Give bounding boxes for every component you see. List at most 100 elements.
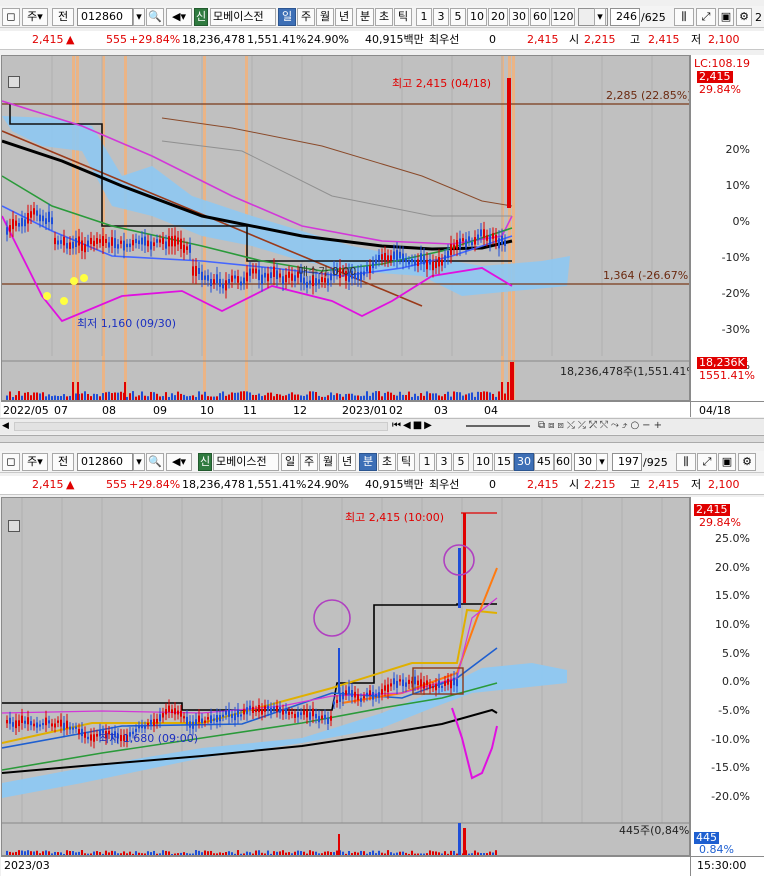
candle-body [366, 692, 368, 697]
candle-icon[interactable]: ⫼ [674, 8, 694, 26]
interval-15[interactable]: 15 [494, 453, 514, 471]
playback-controls[interactable]: ⏮◀■▶ [392, 420, 462, 433]
volume-bar [105, 392, 107, 400]
period-day[interactable]: 일 [278, 8, 296, 26]
settings-icon[interactable]: ⚙ [736, 8, 752, 26]
trade-amount: 40,915백만 [365, 33, 424, 46]
volume-bar [360, 396, 362, 400]
interval-3[interactable]: 3 [433, 8, 449, 26]
search-icon[interactable]: 🔍 [146, 8, 164, 26]
interval-20[interactable]: 20 [488, 8, 508, 26]
y-tick: 25.0% [715, 532, 750, 545]
period-second[interactable]: 초 [375, 8, 393, 26]
code-input[interactable]: 012860 [77, 453, 133, 471]
turnover-rate: 24.90% [307, 478, 349, 491]
period-month[interactable]: 월 [319, 453, 337, 471]
candle-body [15, 720, 17, 729]
volume-bar [423, 395, 425, 400]
period-week[interactable]: 주 [297, 8, 315, 26]
interval-30[interactable]: 30 [514, 453, 534, 471]
volume-bar [375, 853, 377, 855]
candle-icon[interactable]: ⫼ [676, 453, 696, 471]
volume-bar [252, 394, 254, 400]
window-icon[interactable]: ◻ [2, 453, 20, 471]
candle-body [42, 722, 44, 726]
candle-body [315, 278, 317, 286]
bottom-chart-area[interactable]: 최고 2,415 (10:00) 최저 1,680 (09:00) 445주(0… [1, 497, 690, 856]
period-tick[interactable]: 틱 [397, 453, 415, 471]
period-day[interactable]: 일 [281, 453, 299, 471]
view-toggle[interactable]: 전 [52, 8, 74, 26]
candle-body [48, 720, 50, 724]
candle-body [96, 733, 98, 737]
search-icon[interactable]: 🔍 [146, 453, 164, 471]
interval-dropdown-icon[interactable]: ▾ [594, 8, 606, 26]
candle-body [36, 722, 38, 728]
interval-30[interactable]: 30 [509, 8, 529, 26]
candle-body [456, 240, 458, 249]
interval-1[interactable]: 1 [419, 453, 435, 471]
period-tick[interactable]: 틱 [394, 8, 412, 26]
settings-icon[interactable]: ⚙ [738, 453, 756, 471]
volume-bar [102, 853, 104, 855]
draw-tool-icon[interactable]: ⤢ [697, 453, 717, 471]
code-input[interactable]: 012860 [77, 8, 133, 26]
period-second[interactable]: 초 [378, 453, 396, 471]
interval-60[interactable]: 60 [530, 8, 550, 26]
draw-tool-icon[interactable]: ⤢ [696, 8, 716, 26]
interval-5[interactable]: 5 [453, 453, 469, 471]
sound-icon[interactable]: ◀▾ [166, 8, 192, 26]
period-week[interactable]: 주 [300, 453, 318, 471]
high-label: 고 [630, 478, 641, 491]
period-year[interactable]: 년 [338, 453, 356, 471]
high-label: 고 [630, 33, 641, 46]
count-input[interactable]: 246 [610, 8, 640, 26]
scroll-left-icon[interactable]: ◀ [2, 421, 12, 432]
interval-10[interactable]: 10 [467, 8, 487, 26]
interval-10[interactable]: 10 [473, 453, 493, 471]
candle-body [252, 706, 254, 713]
period-minute[interactable]: 분 [356, 8, 374, 26]
interval-5[interactable]: 5 [450, 8, 466, 26]
volume-bar [366, 853, 368, 855]
volume-bar [6, 395, 8, 400]
volume-bar [297, 850, 299, 855]
period-month[interactable]: 월 [316, 8, 334, 26]
volume-bar [321, 396, 323, 400]
chart-menu-icon[interactable] [8, 520, 20, 532]
top-scrollbar[interactable]: ◀ ⏮◀■▶ ⧉⧈⧇⤯⤰⤱⤲⤳⤴○−+ [0, 418, 764, 434]
tool-icons[interactable]: ⧉⧈⧇⤯⤰⤱⤲⤳⤴○−+ [538, 420, 762, 433]
panel-separator[interactable] [0, 435, 764, 443]
volume-bar [354, 395, 356, 400]
volume-bar [279, 394, 281, 400]
volume-bar [93, 393, 95, 400]
volume-bar [105, 850, 107, 855]
interval-1[interactable]: 1 [416, 8, 432, 26]
view-toggle[interactable]: 전 [52, 453, 74, 471]
count-input[interactable]: 197 [612, 453, 642, 471]
save-icon[interactable]: ▣ [718, 8, 734, 26]
window-icon[interactable]: ◻ [2, 8, 20, 26]
chart-menu-icon[interactable] [8, 76, 20, 88]
y-tick: -20% [721, 287, 750, 300]
period-year[interactable]: 년 [335, 8, 353, 26]
code-dropdown-icon[interactable]: ▾ [133, 453, 145, 471]
volume-bar [396, 852, 398, 855]
zoom-slider[interactable] [466, 425, 530, 427]
scroll-track[interactable] [14, 422, 388, 431]
interval-45[interactable]: 45 [534, 453, 554, 471]
save-icon[interactable]: ▣ [718, 453, 736, 471]
code-dropdown-icon[interactable]: ▾ [133, 8, 145, 26]
sound-icon[interactable]: ◀▾ [166, 453, 192, 471]
interval-dropdown-icon[interactable]: ▾ [596, 453, 608, 471]
candle-body [21, 715, 23, 724]
volume-spike [124, 382, 126, 400]
interval-3[interactable]: 3 [436, 453, 452, 471]
period-minute[interactable]: 분 [359, 453, 377, 471]
interval-60[interactable]: 60 [554, 453, 572, 471]
interval-120[interactable]: 120 [551, 8, 575, 26]
volume-bar [435, 393, 437, 400]
market-select[interactable]: 주▾ [22, 453, 48, 471]
market-select[interactable]: 주▾ [22, 8, 48, 26]
top-chart-area[interactable]: 최고 2,415 (04/18) 2,285 (22.85%) 1,364 (-… [1, 55, 690, 401]
